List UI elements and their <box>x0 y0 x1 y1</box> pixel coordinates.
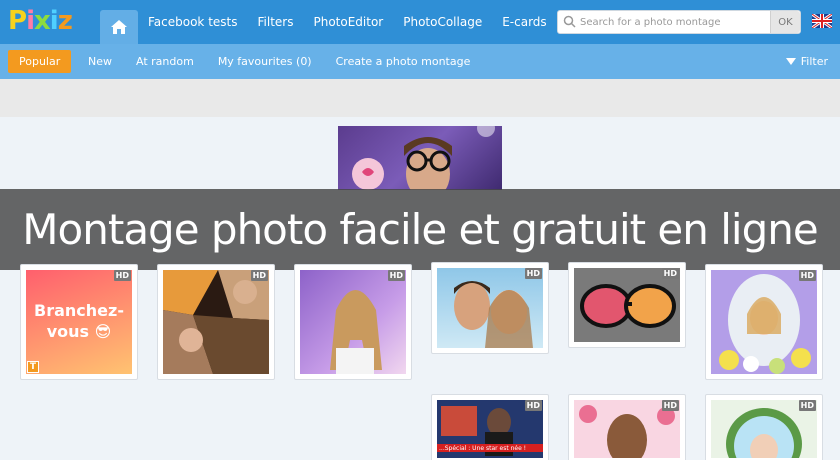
main-nav: Facebook tests Filters PhotoEditor Photo… <box>138 0 557 44</box>
featured-photo-illustration <box>352 126 495 190</box>
thumb-text: Branchez-vous 😎 <box>34 301 124 341</box>
montage-thumb[interactable]: HD <box>431 262 549 354</box>
tab-popular[interactable]: Popular <box>8 50 72 73</box>
easter-egg-illustration <box>719 274 811 374</box>
hd-badge: HD <box>113 270 131 281</box>
tab-at-random[interactable]: At random <box>124 55 206 68</box>
montage-thumb[interactable]: HD <box>294 264 412 380</box>
home-button[interactable] <box>100 10 138 44</box>
news-caption: ...Spécial : Une star est née ! <box>439 445 527 452</box>
tab-create-montage[interactable]: Create a photo montage <box>324 55 483 68</box>
sub-navbar: Popular New At random My favourites (0) … <box>0 44 840 79</box>
montage-thumb[interactable]: HD <box>568 262 686 348</box>
featured-montage-image[interactable] <box>338 126 502 190</box>
tab-my-favourites[interactable]: My favourites (0) <box>206 55 324 68</box>
ad-band <box>0 79 840 117</box>
nav-facebook-tests[interactable]: Facebook tests <box>138 15 248 29</box>
montage-thumb[interactable]: Branchez-vous 😎 HD T <box>20 264 138 380</box>
title-banner: Montage photo facile et gratuit en ligne <box>0 189 840 270</box>
search-input[interactable] <box>580 13 770 31</box>
montage-thumb[interactable]: HD <box>157 264 275 380</box>
sub-nav-links: New At random My favourites (0) Create a… <box>76 44 482 79</box>
search-ok-button[interactable]: OK <box>770 11 800 33</box>
filter-label: Filter <box>800 55 828 68</box>
search-box: OK <box>557 10 801 34</box>
portrait-illustration <box>330 290 382 374</box>
couple-illustration <box>454 281 533 348</box>
hd-badge: HD <box>798 270 816 281</box>
sunglasses-illustration <box>574 268 680 342</box>
top-navbar: Pixiz Facebook tests Filters PhotoEditor… <box>0 0 840 44</box>
collage-illustration <box>163 270 269 374</box>
hd-badge: HD <box>387 270 405 281</box>
hd-badge: HD <box>661 400 679 411</box>
hd-badge: HD <box>798 400 816 411</box>
nav-e-cards[interactable]: E-cards <box>492 15 556 29</box>
hd-badge: HD <box>661 268 679 279</box>
uk-flag-icon[interactable] <box>812 14 832 28</box>
search-icon <box>563 15 576 28</box>
montage-thumb[interactable]: HD <box>705 264 823 380</box>
t-badge: T <box>27 361 39 373</box>
caret-down-icon <box>785 58 796 65</box>
hd-badge: HD <box>524 400 542 411</box>
montage-thumb[interactable]: ...Spécial : Une star est née ! HD <box>431 394 549 460</box>
montage-thumb[interactable]: HD <box>705 394 823 460</box>
nav-filters[interactable]: Filters <box>248 15 304 29</box>
nav-photoeditor[interactable]: PhotoEditor <box>303 15 393 29</box>
pixiz-logo[interactable]: Pixiz <box>8 5 73 37</box>
page-title: Montage photo facile et gratuit en ligne <box>22 205 818 254</box>
hd-badge: HD <box>524 268 542 279</box>
tab-new[interactable]: New <box>76 55 124 68</box>
nav-photocollage[interactable]: PhotoCollage <box>393 15 492 29</box>
home-icon <box>111 20 127 34</box>
filter-button[interactable]: Filter <box>785 44 828 79</box>
montage-thumb[interactable]: HD <box>568 394 686 460</box>
hd-badge: HD <box>250 270 268 281</box>
